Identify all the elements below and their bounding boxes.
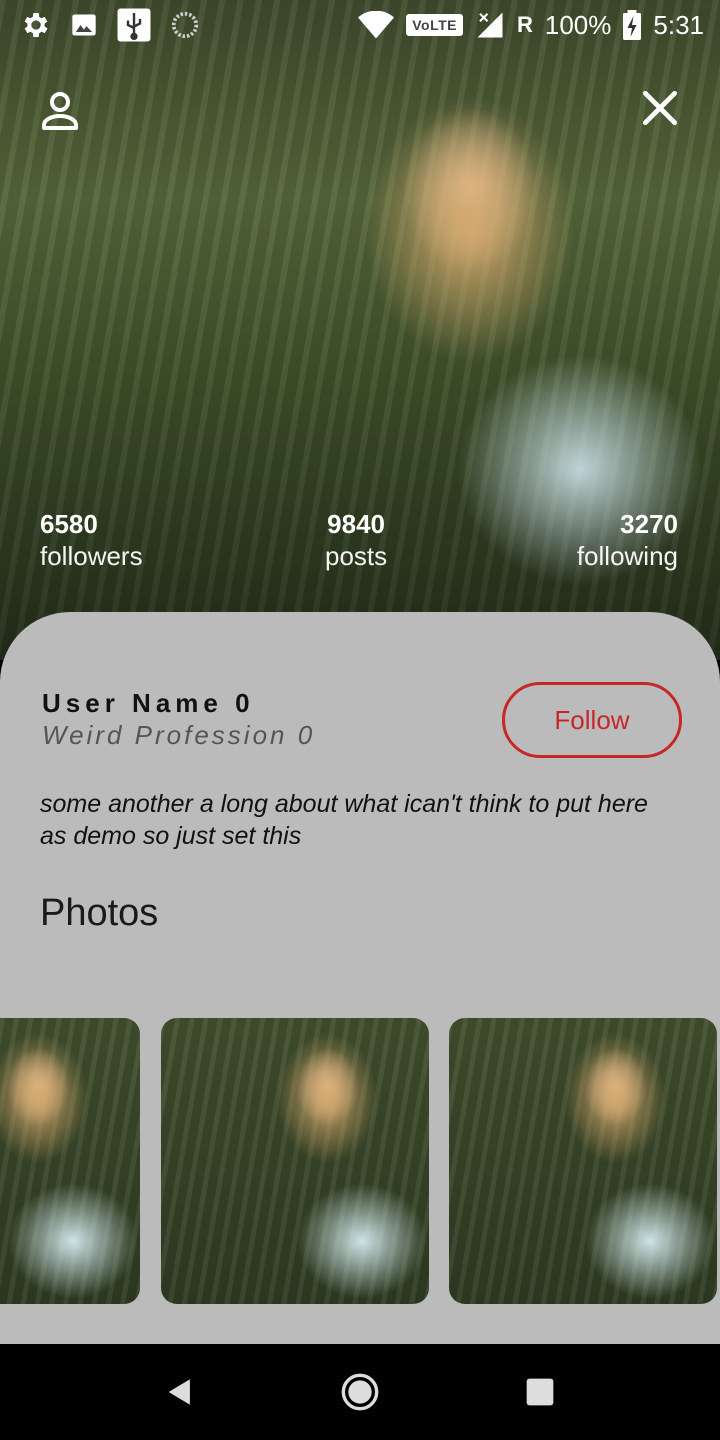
followers-count: 6580 — [40, 509, 98, 539]
close-icon — [642, 90, 678, 126]
followers-label: followers — [40, 541, 143, 571]
followers-stat[interactable]: 6580 followers — [40, 508, 143, 572]
sync-icon — [170, 10, 200, 40]
status-bar: VoLTE R 100% 5:31 — [0, 0, 720, 50]
home-icon — [341, 1373, 379, 1411]
volte-badge: VoLTE — [406, 14, 463, 36]
profile-card: User Name 0 Weird Profession 0 Follow so… — [0, 612, 720, 1344]
settings-icon — [20, 9, 52, 41]
profile-button[interactable] — [36, 86, 84, 134]
back-icon — [168, 1379, 190, 1405]
photo-thumbnail[interactable] — [161, 1018, 429, 1304]
usb-icon — [116, 7, 152, 43]
photos-heading: Photos — [40, 892, 159, 934]
roaming-indicator: R — [517, 12, 533, 37]
image-icon — [70, 11, 98, 39]
home-button[interactable] — [340, 1372, 380, 1412]
user-name: User Name 0 — [42, 688, 255, 718]
clock: 5:31 — [653, 9, 704, 40]
wifi-icon — [358, 11, 395, 39]
follow-button[interactable]: Follow — [502, 682, 682, 758]
back-button[interactable] — [160, 1372, 200, 1412]
user-profession: Weird Profession 0 — [42, 720, 316, 750]
close-button[interactable] — [638, 86, 682, 130]
following-stat[interactable]: 3270 following — [577, 508, 678, 572]
recents-button[interactable] — [520, 1372, 560, 1412]
following-count: 3270 — [620, 509, 678, 539]
signal-icon — [475, 10, 505, 40]
battery-charging-icon — [623, 10, 642, 40]
recents-icon — [526, 1378, 554, 1406]
posts-stat[interactable]: 9840 posts — [325, 508, 387, 572]
photo-thumbnail[interactable] — [0, 1018, 140, 1304]
battery-percent: 100% — [544, 9, 612, 40]
user-bio: some another a long about what ican't th… — [40, 790, 648, 850]
posts-label: posts — [325, 541, 388, 571]
system-navigation-bar — [0, 1344, 720, 1440]
photo-thumbnail[interactable] — [449, 1018, 717, 1304]
posts-count: 9840 — [327, 509, 385, 539]
person-outline-icon — [42, 92, 78, 130]
following-label: following — [576, 541, 678, 571]
